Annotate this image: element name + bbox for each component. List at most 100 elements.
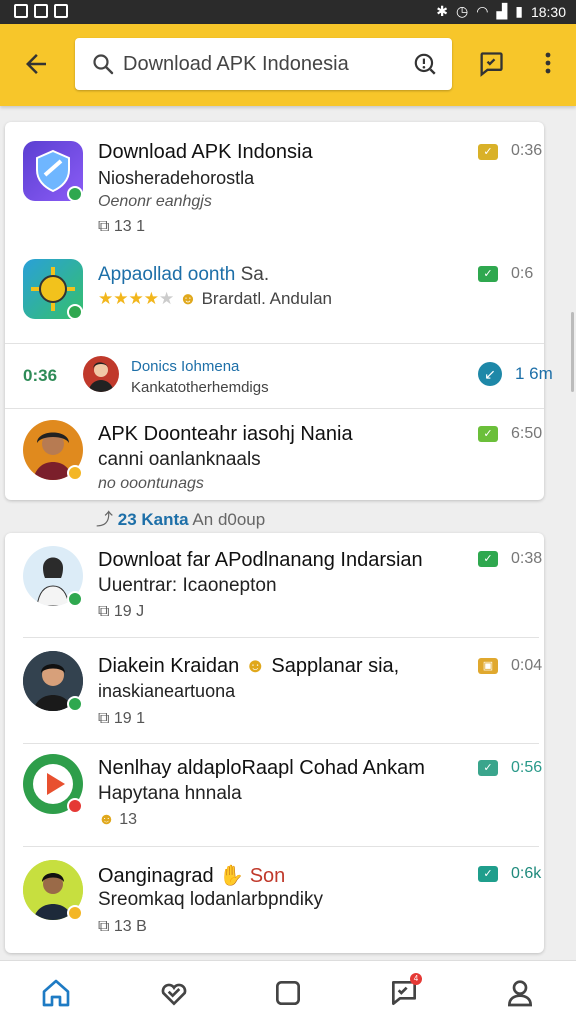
- item-time: 0:36: [511, 142, 543, 159]
- search-input[interactable]: Download APK Indonesia: [75, 38, 452, 90]
- item-title: Downloat far APodlnanang Indarsian: [98, 549, 423, 571]
- item-time: 0:56: [511, 759, 543, 776]
- bottom-navigation: 4: [0, 960, 576, 1024]
- item-meta: Oenonr eanhgjs: [98, 193, 212, 210]
- item-title: Donics Iohmena: [131, 358, 240, 375]
- online-status-dot: [67, 186, 83, 202]
- item-title: Oanginagrad: [98, 865, 214, 887]
- status-badge: ▣: [478, 658, 498, 674]
- item-title: Diakein Kraidan: [98, 655, 240, 677]
- item-time: 0:6: [511, 265, 534, 282]
- item-subtitle: Hapytana hnnala: [98, 783, 242, 804]
- item-title: Nenlhay aldaploRaapl Cohad Ankam: [98, 757, 425, 779]
- group-count: 23: [117, 510, 137, 529]
- square-icon: [276, 981, 300, 1005]
- item-time: 1 6m: [515, 364, 553, 383]
- item-subtitle: Sreomkaq lodanlarbpndiky: [98, 889, 323, 910]
- more-vert-icon: [545, 52, 551, 74]
- feedback-icon: [480, 52, 503, 77]
- lens-icon[interactable]: [412, 51, 438, 77]
- emoji-icon: ✋: [219, 865, 245, 887]
- nav-favorites-button[interactable]: [158, 977, 190, 1009]
- notification-icon: [14, 4, 28, 18]
- status-bar: ✱ ◷ ◠ ▟ ▮ 18:30: [0, 0, 576, 24]
- emoji-icon: ☻: [98, 811, 120, 828]
- item-count: 13 B: [113, 918, 147, 935]
- back-button[interactable]: [16, 46, 56, 82]
- wifi-icon: ◠: [476, 3, 489, 19]
- share-icon: ⤴: [96, 510, 118, 529]
- emoji-icon: ☻: [244, 655, 266, 677]
- nav-profile-button[interactable]: [504, 977, 536, 1009]
- item-count: 19 1: [113, 710, 146, 727]
- search-query[interactable]: Download APK Indonesia: [123, 53, 349, 76]
- feedback-button[interactable]: [477, 50, 505, 78]
- notification-badge: 4: [410, 973, 422, 985]
- rating-empty-star: ★: [158, 289, 175, 308]
- notification-icons: [14, 4, 68, 18]
- group-name: Kanta: [141, 510, 189, 529]
- notification-icon: [34, 4, 48, 18]
- heart-check-icon: [161, 983, 187, 1006]
- item-title: Download APK Indonsia: [98, 141, 313, 163]
- results-card: Download APK Indonsia Niosheradehorostla…: [5, 122, 553, 500]
- more-options-button[interactable]: [536, 48, 560, 80]
- notification-icon: [54, 4, 68, 18]
- alarm-icon: ◷: [456, 3, 469, 19]
- list-item[interactable]: Downloat far APodlnanang Indarsian Uuent…: [5, 533, 544, 637]
- item-count: 13 1: [113, 218, 146, 235]
- nav-home-button[interactable]: [40, 977, 72, 1009]
- app-bar: Download APK Indonesia: [0, 24, 576, 106]
- status-badge: ✓: [478, 266, 498, 282]
- avatar: [83, 356, 119, 392]
- signal-icon: ▟: [496, 3, 508, 19]
- status-badge: ✓: [478, 866, 498, 882]
- status-badge: ↙: [478, 362, 502, 386]
- status-badge: ✓: [478, 760, 498, 776]
- list-item[interactable]: APK Doonteahr iasohj Nania canni oanlank…: [5, 409, 544, 499]
- copy-icon: ⧉: [98, 603, 114, 620]
- group-text: An d0oup: [192, 510, 266, 529]
- item-subtitle: inaskianeartuona: [98, 681, 236, 701]
- person-icon: [88, 362, 114, 392]
- results-card: Downloat far APodlnanang Indarsian Uuent…: [5, 533, 544, 953]
- item-subtitle: Niosheradehorostla: [98, 168, 255, 188]
- item-subtitle: canni oanlanknaals: [98, 449, 261, 470]
- list-item[interactable]: Diakein Kraidan ☻ Sapplanar sia, inaskia…: [5, 638, 544, 743]
- scrollbar-thumb[interactable]: [571, 312, 574, 392]
- status-badge: ✓: [478, 551, 498, 567]
- list-item[interactable]: Nenlhay aldaploRaapl Cohad Ankam Hapytan…: [5, 744, 544, 846]
- item-title: APK Doonteahr iasohj Nania: [98, 423, 353, 445]
- item-title: Appaollad oonth: [98, 264, 236, 285]
- rating-stars: ★★★★: [98, 289, 159, 308]
- item-count: 13: [119, 811, 138, 828]
- online-status-dot: [67, 696, 83, 712]
- bluetooth-icon: ✱: [436, 3, 449, 19]
- online-status-dot: [67, 304, 83, 320]
- list-item[interactable]: Appaollad oonth Sa. ★★★★★ ☻ Brardatl. An…: [5, 242, 544, 342]
- status-time: 18:30: [530, 3, 566, 20]
- status-badge: ✓: [478, 426, 498, 442]
- copy-icon: ⧉: [98, 918, 114, 935]
- item-subtitle: Uuentrar: Icaonepton: [98, 575, 277, 596]
- copy-icon: ⧉: [98, 710, 114, 727]
- emoji-icon: ☻: [178, 289, 202, 308]
- arrow-back-icon: [26, 54, 46, 74]
- home-icon: [42, 979, 70, 1007]
- nav-tabs-button[interactable]: [272, 977, 304, 1009]
- list-item[interactable]: Oanginagrad ✋ Son Sreomkaq lodanlarbpndi…: [5, 847, 544, 952]
- item-count: 19 J: [113, 603, 145, 620]
- status-badge: ✓: [478, 144, 498, 160]
- item-title-suffix: Sapplanar sia,: [271, 655, 400, 677]
- search-icon: [93, 54, 114, 75]
- status-dot: [67, 798, 83, 814]
- rating-text: Brardatl. Andulan: [201, 289, 332, 308]
- list-item[interactable]: 0:36 Donics Iohmena Kankatotherhemdigs ↙…: [5, 344, 553, 408]
- item-time: 0:38: [511, 550, 543, 567]
- list-item[interactable]: Download APK Indonsia Niosheradehorostla…: [5, 122, 544, 242]
- item-title-suffix: Son: [249, 865, 286, 887]
- group-label: ⤴ 23 Kanta An d0oup: [96, 505, 265, 530]
- status-dot: [67, 465, 83, 481]
- left-time: 0:36: [23, 366, 58, 385]
- nav-messages-button[interactable]: 4: [388, 973, 422, 1009]
